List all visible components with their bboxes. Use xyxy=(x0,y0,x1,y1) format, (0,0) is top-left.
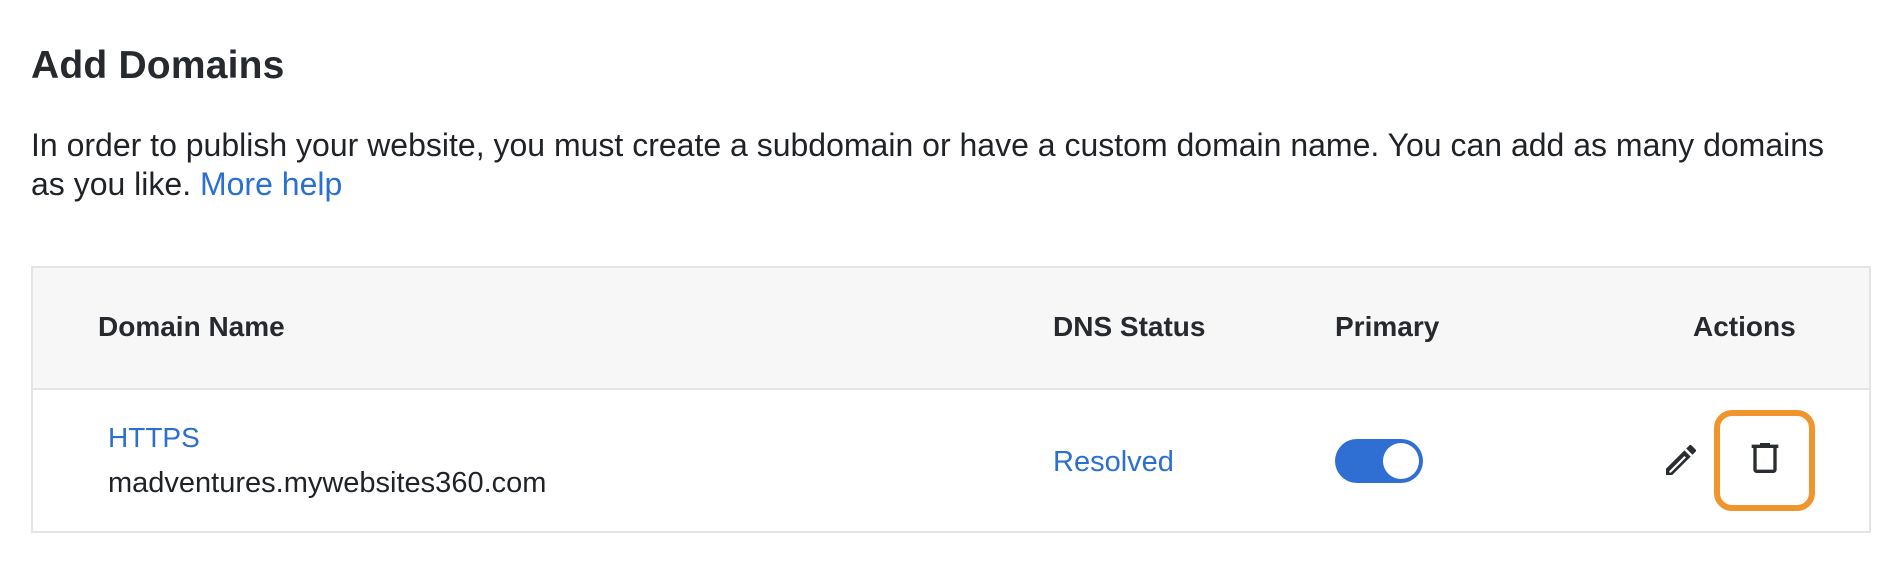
column-header-actions: Actions xyxy=(1693,311,1796,342)
domain-name-text: madventures.mywebsites360.com xyxy=(108,467,547,499)
column-header-dns-status: DNS Status xyxy=(1053,311,1206,342)
trash-icon xyxy=(1745,438,1785,483)
domain-protocol-link[interactable]: HTTPS xyxy=(108,422,200,454)
dns-status-text: Resolved xyxy=(1053,446,1174,478)
page-description: In order to publish your website, you mu… xyxy=(31,126,1851,204)
page-title: Add Domains xyxy=(31,44,285,87)
table-header: Domain Name DNS Status Primary Actions xyxy=(33,268,1869,390)
toggle-knob xyxy=(1383,443,1419,479)
domains-table: Domain Name DNS Status Primary Actions H… xyxy=(31,266,1871,533)
more-help-link[interactable]: More help xyxy=(200,166,342,202)
primary-toggle[interactable] xyxy=(1335,439,1423,483)
table-row: HTTPS madventures.mywebsites360.com Reso… xyxy=(33,390,1869,533)
column-header-domain-name: Domain Name xyxy=(98,311,285,342)
delete-domain-button[interactable] xyxy=(1714,410,1815,511)
add-domains-page: Add Domains In order to publish your web… xyxy=(0,0,1900,562)
pencil-icon xyxy=(1661,440,1701,485)
edit-domain-button[interactable] xyxy=(1659,440,1703,484)
column-header-primary: Primary xyxy=(1335,311,1440,342)
